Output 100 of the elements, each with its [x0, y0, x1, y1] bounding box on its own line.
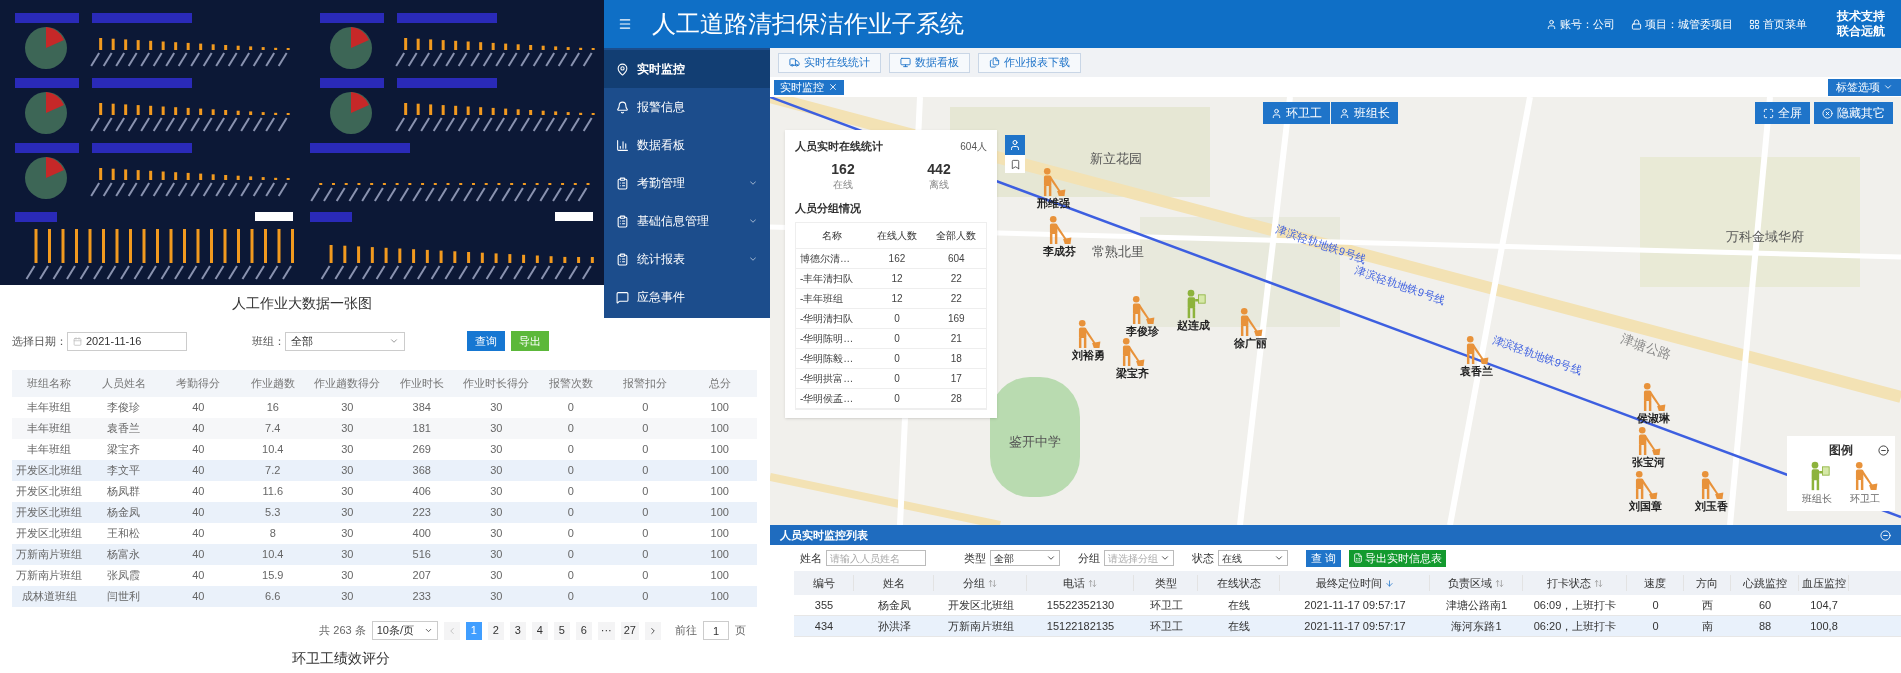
table-cell-text: 7.2 [264, 463, 282, 479]
toolbar-button[interactable]: 数据看板 [889, 52, 970, 73]
worker-name[interactable]: 李俊珍 [1125, 325, 1159, 338]
column-header[interactable]: 在线状态 [1198, 574, 1280, 592]
worker-name[interactable]: 刘玉香 [1694, 500, 1728, 513]
sidebar-item[interactable]: 统计报表 [604, 240, 770, 278]
table-cell-text: 40 [191, 568, 206, 584]
header-link[interactable]: 项目：城管委项目 [1631, 15, 1733, 33]
column-header[interactable]: 方向 [1684, 574, 1731, 592]
table-cell-text: -丰年班组 [799, 292, 845, 306]
worker-name[interactable]: 刘裕勇 [1071, 349, 1105, 362]
layer-button[interactable]: 环卫工 [1263, 102, 1330, 124]
export-button[interactable]: 导出实时信息表 [1349, 549, 1447, 567]
page-button[interactable]: 4 [531, 621, 548, 640]
column-header[interactable]: 姓名 [854, 574, 934, 592]
page-button[interactable]: 27 [620, 621, 639, 640]
page-button[interactable]: 3 [509, 621, 526, 640]
worker-name[interactable]: 李成芬 [1042, 245, 1076, 258]
header-link[interactable]: 账号：公司 [1546, 15, 1615, 33]
date-field[interactable]: 2021-11-16 [67, 331, 187, 351]
column-header[interactable]: 最终定位时间 [1280, 574, 1430, 592]
worker-name[interactable]: 赵连成 [1176, 319, 1210, 332]
sort-icon[interactable] [1593, 578, 1603, 588]
column-header[interactable]: 编号 [794, 574, 854, 592]
table-cell-text: 10.4 [261, 442, 285, 458]
collapse-icon[interactable] [1878, 444, 1889, 456]
sort-icon[interactable] [988, 578, 997, 588]
column-header[interactable]: 类型 [1134, 574, 1198, 592]
column-header[interactable]: 分组 [934, 574, 1027, 592]
worker-name[interactable]: 张宝河 [1631, 456, 1665, 469]
select-field[interactable]: 全部 [990, 550, 1060, 566]
column-header[interactable]: 电话 [1027, 574, 1134, 592]
sidebar-item[interactable]: 基础信息管理 [604, 202, 770, 240]
sidebar-item[interactable]: 应急事件 [604, 278, 770, 316]
worker-name[interactable]: 梁宝齐 [1115, 367, 1149, 380]
bookmark-button[interactable] [1005, 155, 1025, 173]
menu-icon[interactable] [618, 17, 632, 31]
table-cell-text: 0 [641, 568, 650, 584]
column-header[interactable]: 速度 [1627, 574, 1684, 592]
map-action-button[interactable]: 隐藏其它 [1814, 102, 1893, 124]
map-action-button[interactable]: 全屏 [1755, 102, 1810, 124]
header-link[interactable]: 首页菜单 [1749, 15, 1807, 33]
page-button[interactable]: 5 [553, 621, 570, 640]
toolbar-button[interactable]: 实时在线统计 [778, 52, 881, 73]
table-cell-text: 88 [1757, 618, 1773, 634]
layer-button[interactable]: 班组长 [1331, 102, 1398, 124]
table-cell-text: 海河东路1 [1450, 618, 1503, 634]
table-cell-text: 233 [411, 589, 432, 605]
person-layer-button[interactable] [1005, 135, 1025, 155]
open-tab[interactable]: 实时监控 [774, 79, 844, 95]
worker-name[interactable]: 袁香兰 [1459, 365, 1493, 378]
table-cell-text: 100 [709, 589, 730, 605]
sidebar-item[interactable]: 数据看板 [604, 126, 770, 164]
table-cell-text: 0 [566, 526, 575, 542]
caret-icon [1160, 553, 1170, 563]
tab-options-button[interactable]: 标签选项 [1828, 78, 1901, 96]
table-cell-text: 环卫工 [1148, 618, 1184, 634]
select-field[interactable]: 在线 [1218, 550, 1288, 566]
table-cell-text: 津塘公路南1 [1444, 597, 1509, 613]
place-label: 鉴开中学 [1009, 433, 1061, 451]
table-cell-text: 12 [890, 292, 904, 306]
sidebar-item[interactable]: 报警信息 [604, 88, 770, 126]
table-cell-text: 18 [949, 352, 963, 366]
sort-descending-icon[interactable] [1384, 578, 1394, 588]
table-cell-text: 30 [489, 505, 504, 521]
page-button[interactable]: ··· [597, 621, 615, 640]
column-header[interactable]: 负责区域 [1430, 574, 1523, 592]
select-field[interactable]: 全部 [285, 331, 405, 351]
page-button[interactable]: 2 [487, 621, 504, 640]
next-page-button[interactable] [645, 621, 661, 640]
column-header[interactable]: 血压监控 [1799, 574, 1849, 592]
table-cell-text: 环卫工 [1148, 597, 1184, 613]
table-cell-text: 在线 [1227, 597, 1251, 613]
monitor-icon [900, 57, 911, 68]
person-icon [1271, 107, 1282, 119]
page-button[interactable]: 6 [575, 621, 592, 640]
sidebar-item[interactable]: 考勤管理 [604, 164, 770, 202]
close-icon[interactable] [828, 82, 838, 92]
sort-icon[interactable] [1088, 578, 1097, 588]
table-cell-text: 杨金凤 [106, 505, 142, 521]
worker-name[interactable]: 徐广丽 [1233, 337, 1267, 350]
toolbar-button[interactable]: 作业报表下载 [978, 52, 1081, 73]
table-cell-text: 15122182135 [1045, 618, 1116, 634]
bookmark-icon [1009, 158, 1021, 170]
sidebar-item[interactable]: 实时监控 [604, 50, 770, 88]
caret-icon [1883, 82, 1893, 92]
sort-icon[interactable] [1495, 578, 1504, 588]
column-header[interactable]: 打卡状态 [1523, 574, 1627, 592]
table-cell-text: -华明侯孟… [799, 392, 855, 406]
column-header[interactable]: 心跳监控 [1731, 574, 1799, 592]
table-cell-text: 0 [566, 484, 575, 500]
name-input-field[interactable]: 请输入人员姓名 [826, 550, 926, 566]
page-size-select[interactable]: 10条/页 [371, 621, 438, 640]
action-button[interactable]: 查询 [467, 331, 505, 351]
page-number-field[interactable]: 1 [703, 621, 729, 640]
table-cell-text: 0 [893, 352, 901, 366]
search-button[interactable]: 查 询 [1306, 549, 1342, 567]
table-cell-text: 100 [709, 484, 730, 500]
fullscreen-icon [1763, 107, 1774, 119]
worker-name[interactable]: 刘国章 [1628, 500, 1662, 513]
